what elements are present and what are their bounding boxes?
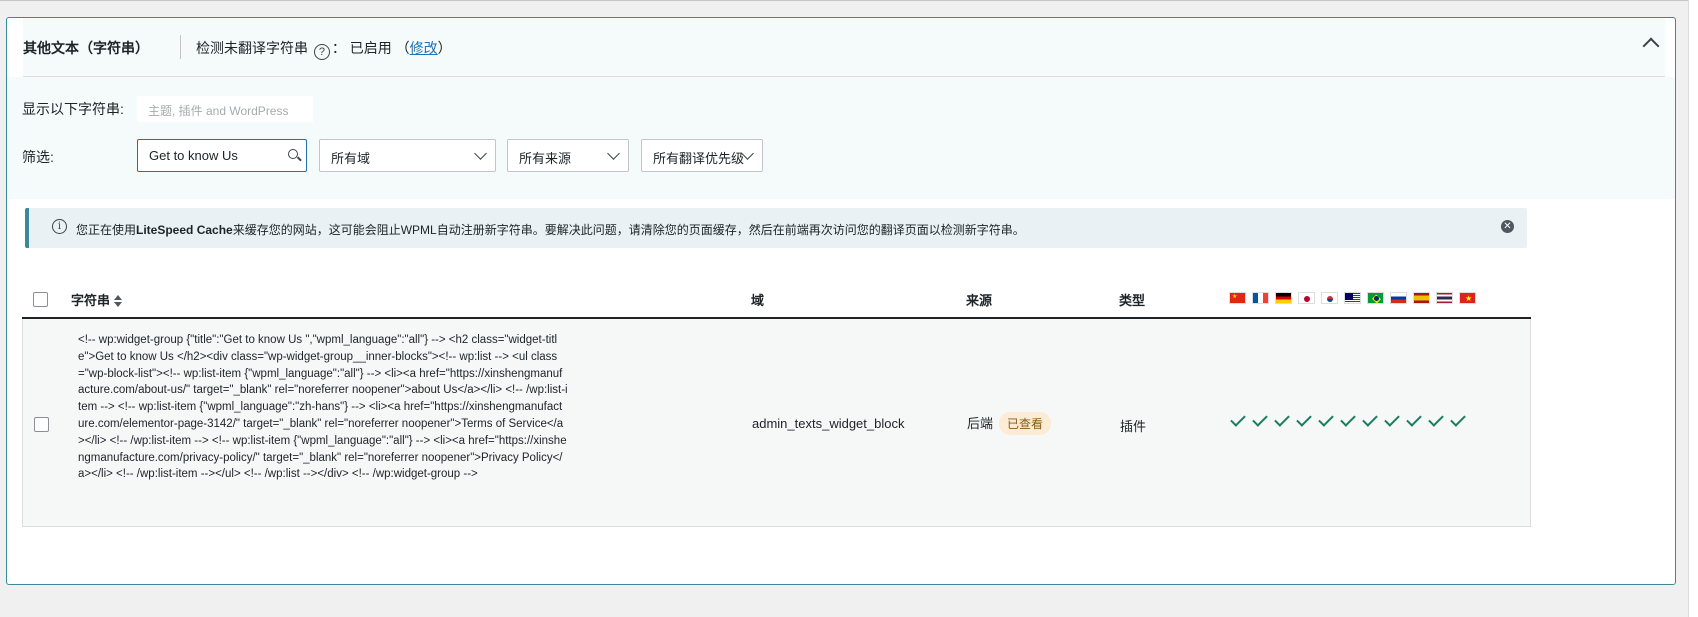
translation-status bbox=[1229, 411, 1467, 429]
info-icon: i bbox=[52, 219, 67, 234]
row-checkbox[interactable] bbox=[34, 417, 49, 432]
flag-cn-icon: ★ bbox=[1229, 292, 1246, 304]
collapse-chevron-up-icon[interactable] bbox=[1642, 37, 1660, 55]
check-icon[interactable] bbox=[1361, 411, 1379, 429]
column-source: 来源 bbox=[966, 293, 993, 308]
detect-colon: ： bbox=[331, 40, 346, 56]
flag-jp-icon bbox=[1298, 292, 1315, 304]
detect-status: 已启用 bbox=[349, 40, 392, 56]
check-icon[interactable] bbox=[1273, 411, 1291, 429]
column-type: 类型 bbox=[1119, 293, 1146, 308]
select-all-checkbox[interactable] bbox=[33, 292, 48, 307]
source-select-value: 所有来源 bbox=[519, 151, 572, 166]
search-icon[interactable] bbox=[288, 149, 298, 159]
flag-fr-icon bbox=[1252, 292, 1269, 304]
source-select[interactable]: 所有来源 bbox=[507, 139, 629, 172]
domain-select-value: 所有域 bbox=[331, 151, 371, 166]
flag-th-icon bbox=[1436, 292, 1453, 304]
domain-select[interactable]: 所有域 bbox=[319, 139, 496, 172]
show-strings-input[interactable]: 主题, 插件 and WordPress bbox=[137, 96, 313, 122]
source-cell: 后端 已查看 bbox=[967, 412, 1052, 435]
string-content: <!-- wp:widget-group {"title":"Get to kn… bbox=[78, 334, 568, 481]
modify-open-paren: （ bbox=[395, 40, 410, 56]
detect-label: 检测未翻译字符串 bbox=[196, 40, 308, 56]
notice-bold: LiteSpeed Cache bbox=[136, 223, 233, 237]
check-icon[interactable] bbox=[1229, 411, 1247, 429]
column-domain: 域 bbox=[751, 293, 765, 308]
check-icon[interactable] bbox=[1251, 411, 1269, 429]
flag-ru-icon bbox=[1390, 292, 1407, 304]
search-value: Get to know Us bbox=[149, 148, 238, 163]
flag-es-icon bbox=[1413, 292, 1430, 304]
domain-cell: admin_texts_widget_block bbox=[752, 416, 905, 431]
close-icon[interactable]: ✕ bbox=[1501, 220, 1514, 233]
flag-de-icon bbox=[1275, 292, 1292, 304]
flag-kr-icon bbox=[1321, 292, 1338, 304]
section-title: 其他文本（字符串） bbox=[23, 40, 149, 56]
modify-link[interactable]: 修改 bbox=[410, 40, 438, 56]
detect-untranslated-status: 检测未翻译字符串 ?： 已启用 （修改） bbox=[196, 38, 452, 60]
source-value: 后端 bbox=[967, 416, 994, 431]
type-cell: 插件 bbox=[1120, 419, 1147, 434]
filter-label: 筛选: bbox=[22, 149, 54, 165]
table-header: 字符串 域 来源 类型 ★ ★ bbox=[22, 270, 1531, 319]
chevron-down-icon bbox=[607, 147, 620, 160]
table-row: <!-- wp:widget-group {"title":"Get to kn… bbox=[22, 319, 1531, 527]
top-divider bbox=[0, 0, 1698, 2]
language-flags: ★ ★ bbox=[1229, 292, 1476, 304]
page-scrollbar-edge bbox=[1688, 0, 1698, 617]
viewed-badge: 已查看 bbox=[999, 412, 1052, 435]
column-string[interactable]: 字符串 bbox=[71, 290, 123, 309]
check-icon[interactable] bbox=[1405, 411, 1423, 429]
help-icon[interactable]: ? bbox=[313, 44, 330, 60]
priority-select[interactable]: 所有翻译优先级 bbox=[641, 139, 763, 172]
chevron-down-icon bbox=[474, 147, 487, 160]
modify-close-paren: ） bbox=[437, 40, 452, 56]
show-strings-label: 显示以下字符串: bbox=[22, 101, 124, 117]
check-icon[interactable] bbox=[1427, 411, 1445, 429]
flag-vn-icon: ★ bbox=[1459, 292, 1476, 304]
check-icon[interactable] bbox=[1295, 411, 1313, 429]
flag-br-icon bbox=[1367, 292, 1384, 304]
priority-select-value: 所有翻译优先级 bbox=[653, 151, 745, 166]
other-texts-panel: 其他文本（字符串） 检测未翻译字符串 ?： 已启用 （修改） 显示以下字符串: … bbox=[6, 17, 1676, 585]
check-icon[interactable] bbox=[1383, 411, 1401, 429]
flag-my-icon bbox=[1344, 292, 1361, 304]
sort-icon[interactable] bbox=[114, 295, 123, 307]
header-separator bbox=[180, 35, 181, 59]
litespeed-notice: i 您正在使用LiteSpeed Cache来缓存您的网站，这可能会阻止WPML… bbox=[25, 208, 1527, 248]
filter-area: 显示以下字符串: 主题, 插件 and WordPress 筛选: Get to… bbox=[7, 77, 1675, 199]
panel-header: 其他文本（字符串） 检测未翻译字符串 ?： 已启用 （修改） bbox=[23, 18, 1665, 77]
check-icon[interactable] bbox=[1317, 411, 1335, 429]
search-input[interactable]: Get to know Us bbox=[137, 139, 307, 172]
check-icon[interactable] bbox=[1449, 411, 1467, 429]
notice-message: 您正在使用LiteSpeed Cache来缓存您的网站，这可能会阻止WPML自动… bbox=[76, 223, 1025, 237]
check-icon[interactable] bbox=[1339, 411, 1357, 429]
